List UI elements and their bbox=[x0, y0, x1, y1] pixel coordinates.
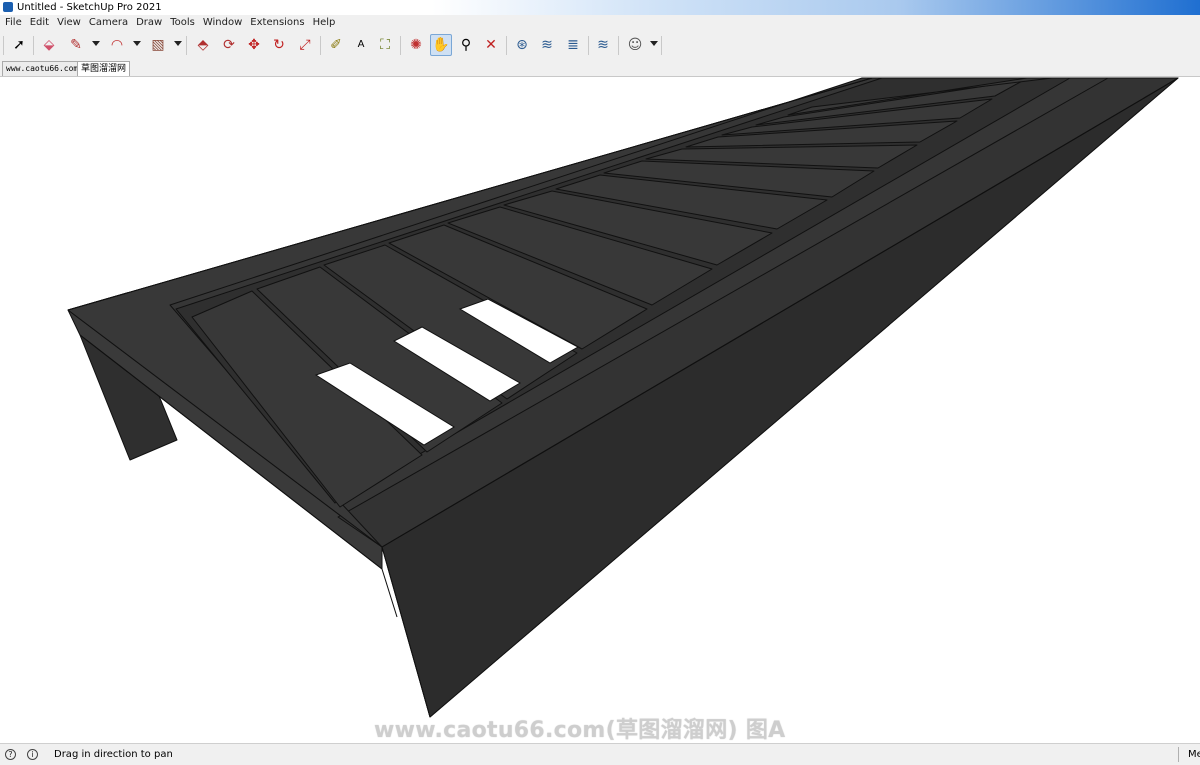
toolbar-separator bbox=[400, 36, 401, 55]
toolbar-separator bbox=[506, 36, 507, 55]
measurements-label: Me bbox=[1188, 749, 1200, 760]
drawing-viewport[interactable] bbox=[2, 77, 1198, 742]
status-divider bbox=[1178, 747, 1179, 762]
send-to-layout-button[interactable]: ≣ bbox=[562, 34, 584, 56]
move-icon: ✥ bbox=[248, 37, 260, 53]
follow-me-tool-button[interactable]: ⟳ bbox=[218, 34, 240, 56]
rotate-tool-button[interactable]: ↻ bbox=[268, 34, 290, 56]
menu-tools[interactable]: Tools bbox=[166, 15, 199, 31]
zoom-icon: ⚲ bbox=[460, 37, 472, 53]
tape-measure-tool-button[interactable]: ✐ bbox=[325, 34, 347, 56]
pencil-icon: ✎ bbox=[70, 37, 82, 53]
follow-me-icon: ⟳ bbox=[223, 37, 235, 53]
menu-edit[interactable]: Edit bbox=[26, 15, 53, 31]
account-icon: ☺ bbox=[627, 37, 643, 53]
warehouse-icon: ⊛ bbox=[516, 37, 528, 53]
extension-manager-icon: ≋ bbox=[597, 37, 609, 53]
rotate-icon: ↻ bbox=[273, 37, 285, 53]
toolbar-separator bbox=[618, 36, 619, 55]
arc-icon: ◠ bbox=[110, 37, 124, 53]
push-pull-icon: ⬘ bbox=[197, 37, 209, 53]
scene-tabs-bar: www.caotu66.com 草图溜溜网 bbox=[0, 60, 1200, 77]
pan-icon: ✋ bbox=[432, 37, 450, 53]
zoom-tool-button[interactable]: ⚲ bbox=[455, 34, 477, 56]
rectangle-icon: ▧ bbox=[151, 37, 165, 53]
menu-bar: File Edit View Camera Draw Tools Window Extensi… bbox=[0, 15, 1200, 31]
toolbar-separator bbox=[588, 36, 589, 55]
arc-dropdown-icon[interactable] bbox=[133, 41, 141, 46]
text-icon: A bbox=[357, 39, 365, 50]
select-icon: ➚ bbox=[13, 37, 25, 53]
extension-warehouse-button[interactable]: ≋ bbox=[536, 34, 558, 56]
select-tool-button[interactable]: ➚ bbox=[8, 34, 30, 56]
watermark-text: www.caotu66.com(草图溜溜网) 图A bbox=[374, 718, 786, 743]
menu-help[interactable]: Help bbox=[309, 15, 340, 31]
menu-camera[interactable]: Camera bbox=[85, 15, 132, 31]
instructor-info-icon[interactable]: i bbox=[27, 749, 38, 760]
status-bar: ? i Drag in direction to pan Me bbox=[0, 743, 1200, 765]
status-message: Drag in direction to pan bbox=[54, 749, 173, 760]
pencil-tool-button[interactable]: ✎ bbox=[65, 34, 87, 56]
menu-window[interactable]: Window bbox=[199, 15, 246, 31]
paint-bucket-icon: ⛶ bbox=[380, 37, 390, 53]
extension-manager-button[interactable]: ≋ bbox=[592, 34, 614, 56]
zoom-extents-icon: ✕ bbox=[485, 37, 497, 53]
zoom-extents-tool-button[interactable]: ✕ bbox=[480, 34, 502, 56]
pencil-dropdown-icon[interactable] bbox=[92, 41, 100, 46]
move-tool-button[interactable]: ✥ bbox=[243, 34, 265, 56]
toolbar-separator bbox=[661, 36, 662, 55]
model-render bbox=[67, 77, 1179, 718]
orbit-icon: ✺ bbox=[410, 37, 422, 53]
scene-tab[interactable]: www.caotu66.com bbox=[2, 61, 83, 76]
menu-view[interactable]: View bbox=[53, 15, 85, 31]
text-tool-button[interactable]: A bbox=[350, 34, 372, 56]
account-dropdown-icon[interactable] bbox=[650, 41, 658, 46]
main-toolbar: ➚ ⬙ ✎ ◠ ▧ ⬘ ⟳ ✥ ↻ ⤢ ✐ A ⛶ ✺ ✋ ⚲ ✕ ⊛ ≋ ≣ … bbox=[0, 31, 1200, 60]
shape-dropdown-icon[interactable] bbox=[174, 41, 182, 46]
menu-draw[interactable]: Draw bbox=[132, 15, 166, 31]
scale-tool-button[interactable]: ⤢ bbox=[294, 34, 316, 56]
toolbar-separator bbox=[33, 36, 34, 55]
toolbar-separator bbox=[186, 36, 187, 55]
pan-tool-button[interactable]: ✋ bbox=[430, 34, 452, 56]
tape-measure-icon: ✐ bbox=[330, 37, 342, 53]
orbit-tool-button[interactable]: ✺ bbox=[405, 34, 427, 56]
title-bar: Untitled - SketchUp Pro 2021 bbox=[0, 0, 1200, 15]
sketchup-app-icon bbox=[3, 2, 13, 12]
eraser-tool-button[interactable]: ⬙ bbox=[38, 34, 60, 56]
toolbar-separator bbox=[320, 36, 321, 55]
arc-tool-button[interactable]: ◠ bbox=[106, 34, 128, 56]
paint-bucket-tool-button[interactable]: ⛶ bbox=[374, 34, 396, 56]
eraser-icon: ⬙ bbox=[43, 37, 55, 53]
3d-warehouse-button[interactable]: ⊛ bbox=[511, 34, 533, 56]
push-pull-tool-button[interactable]: ⬘ bbox=[192, 34, 214, 56]
menu-file[interactable]: File bbox=[0, 15, 26, 31]
layout-icon: ≣ bbox=[567, 37, 579, 53]
rectangle-tool-button[interactable]: ▧ bbox=[147, 34, 169, 56]
menu-extensions[interactable]: Extensions bbox=[246, 15, 308, 31]
toolbar-grip bbox=[3, 36, 4, 55]
account-button[interactable]: ☺ bbox=[624, 34, 646, 56]
geo-location-icon[interactable]: ? bbox=[5, 749, 16, 760]
window-title: Untitled - SketchUp Pro 2021 bbox=[17, 2, 162, 13]
scene-tab-selected[interactable]: 草图溜溜网 bbox=[77, 61, 131, 76]
scale-icon: ⤢ bbox=[299, 37, 311, 53]
extension-warehouse-icon: ≋ bbox=[541, 37, 553, 53]
